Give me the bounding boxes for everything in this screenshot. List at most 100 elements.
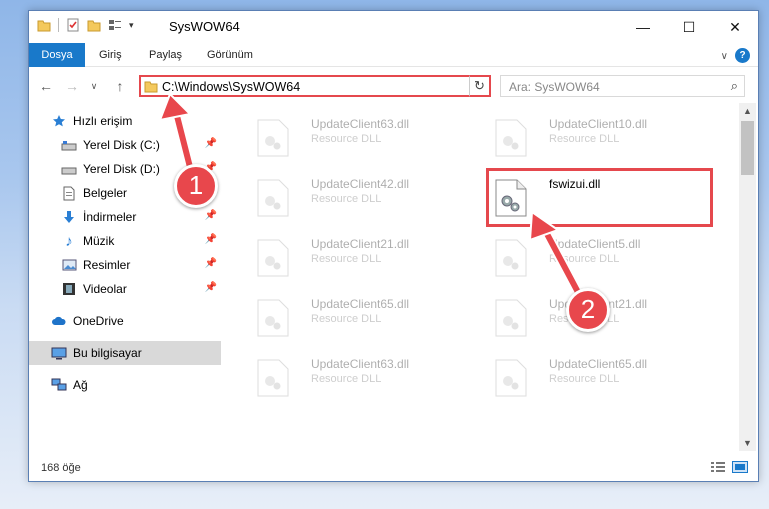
sidebar-item-label: OneDrive bbox=[73, 314, 124, 328]
maximize-button[interactable]: ☐ bbox=[666, 11, 712, 43]
sidebar-item-pictures[interactable]: Resimler 📌 bbox=[29, 253, 221, 277]
document-icon bbox=[61, 185, 77, 201]
sidebar-item-label: Belgeler bbox=[83, 186, 128, 200]
sidebar-item-label: İndirmeler bbox=[83, 210, 137, 224]
sidebar-item-music[interactable]: ♪ Müzik 📌 bbox=[29, 229, 221, 253]
file-name: UpdateClient63.dll bbox=[311, 117, 410, 131]
file-item[interactable]: UpdateClient65.dll Resource DLL bbox=[247, 293, 477, 349]
title-bar: ▾ SysWOW64 — ☐ ✕ bbox=[29, 11, 758, 43]
file-item[interactable]: UpdateClient65.dll Resource DLL bbox=[485, 353, 715, 409]
computer-icon bbox=[51, 345, 67, 361]
sidebar-item-network[interactable]: Ağ bbox=[29, 373, 221, 397]
close-button[interactable]: ✕ bbox=[712, 11, 758, 43]
ribbon-expand-icon[interactable]: ∨ bbox=[721, 51, 728, 62]
file-item[interactable]: UpdateClient63.dll Resource DLL bbox=[247, 113, 477, 169]
pin-icon[interactable]: 📌 bbox=[205, 282, 217, 293]
sidebar-item-label: Hızlı erişim bbox=[73, 114, 133, 128]
file-type: Resource DLL bbox=[549, 133, 620, 145]
file-name: UpdateClient21.dll bbox=[311, 237, 410, 251]
view-switcher bbox=[710, 461, 748, 473]
scroll-thumb[interactable] bbox=[741, 121, 754, 175]
dll-file-icon bbox=[495, 239, 527, 277]
sidebar-item-label: Resimler bbox=[83, 258, 131, 272]
pin-icon[interactable]: 📌 bbox=[205, 258, 217, 269]
pin-icon[interactable]: 📌 bbox=[205, 210, 217, 221]
tab-view[interactable]: Görünüm bbox=[197, 43, 263, 67]
large-icons-view-icon[interactable] bbox=[732, 461, 748, 473]
file-name: UpdateClient5.dll bbox=[549, 237, 641, 251]
sidebar-item-quick-access[interactable]: Hızlı erişim bbox=[29, 109, 221, 133]
video-icon bbox=[61, 281, 77, 297]
search-input[interactable]: Ara: SysWOW64 ⌕ bbox=[500, 75, 745, 97]
refresh-button[interactable]: ↻ bbox=[469, 75, 491, 97]
dll-file-icon bbox=[257, 299, 289, 337]
download-icon bbox=[61, 209, 77, 225]
details-view-icon[interactable] bbox=[710, 461, 726, 473]
sidebar-item-label: Yerel Disk (D:) bbox=[83, 162, 160, 176]
sidebar-item-downloads[interactable]: İndirmeler 📌 bbox=[29, 205, 221, 229]
file-name: UpdateClient42.dll bbox=[311, 177, 410, 191]
step-badge-2: 2 bbox=[566, 288, 610, 332]
drive-icon bbox=[61, 137, 77, 153]
scroll-down-icon[interactable]: ▼ bbox=[743, 438, 752, 448]
dll-file-icon bbox=[257, 119, 289, 157]
file-name: UpdateClient63.dll bbox=[311, 357, 410, 371]
new-folder-icon[interactable] bbox=[87, 18, 101, 32]
file-list: UpdateClient63.dll Resource DLL UpdateCl… bbox=[233, 103, 738, 449]
step-badge-1: 1 bbox=[174, 164, 218, 208]
dll-file-icon bbox=[495, 299, 527, 337]
up-button[interactable]: ↑ bbox=[111, 77, 129, 95]
pin-icon[interactable]: 📌 bbox=[205, 234, 217, 245]
highlight-box-file bbox=[486, 168, 713, 227]
address-bar[interactable]: C:\Windows\SysWOW64 ∨ bbox=[139, 75, 491, 97]
file-type: Resource DLL bbox=[311, 313, 382, 325]
back-button[interactable]: ← bbox=[37, 77, 55, 95]
sidebar-item-label: Bu bilgisayar bbox=[73, 346, 142, 360]
file-item[interactable]: UpdateClient42.dll Resource DLL bbox=[247, 173, 477, 229]
file-type: Resource DLL bbox=[549, 373, 620, 385]
sidebar-item-videos[interactable]: Videolar 📌 bbox=[29, 277, 221, 301]
file-item[interactable]: UpdateClient10.dll Resource DLL bbox=[485, 113, 715, 169]
pictures-icon bbox=[61, 257, 77, 273]
sidebar-item-this-pc[interactable]: Bu bilgisayar bbox=[29, 341, 221, 365]
tab-home[interactable]: Giriş bbox=[89, 43, 132, 67]
sidebar-item-label: Ağ bbox=[73, 378, 88, 392]
vertical-scrollbar[interactable]: ▲ ▼ bbox=[739, 103, 756, 451]
drive-icon bbox=[61, 161, 77, 177]
music-icon: ♪ bbox=[65, 232, 73, 250]
file-type: Resource DLL bbox=[311, 193, 382, 205]
recent-locations-icon[interactable]: ∨ bbox=[85, 77, 103, 95]
search-placeholder: Ara: SysWOW64 bbox=[509, 80, 600, 94]
dll-file-icon bbox=[257, 359, 289, 397]
file-type: Resource DLL bbox=[549, 253, 620, 265]
tab-file[interactable]: Dosya bbox=[29, 43, 85, 67]
item-count: 168 öğe bbox=[41, 462, 81, 474]
scroll-up-icon[interactable]: ▲ bbox=[743, 106, 752, 116]
address-row: ← → ∨ ↑ C:\Windows\SysWOW64 ∨ ↻ Ara: Sys… bbox=[29, 71, 758, 101]
pin-icon[interactable]: 📌 bbox=[205, 138, 217, 149]
file-type: Resource DLL bbox=[311, 373, 382, 385]
network-icon bbox=[51, 377, 67, 393]
explorer-window: ▾ SysWOW64 — ☐ ✕ Dosya Giriş Paylaş Görü… bbox=[28, 10, 759, 482]
cloud-icon bbox=[51, 313, 67, 329]
file-type: Resource DLL bbox=[311, 133, 382, 145]
search-icon: ⌕ bbox=[730, 78, 738, 93]
sidebar-item-label: Videolar bbox=[83, 282, 127, 296]
customize-dropdown-icon[interactable]: ▾ bbox=[129, 20, 134, 31]
sidebar-item-onedrive[interactable]: OneDrive bbox=[29, 309, 221, 333]
forward-button[interactable]: → bbox=[63, 77, 81, 95]
help-icon[interactable]: ? bbox=[735, 48, 750, 63]
dll-file-icon bbox=[495, 359, 527, 397]
view-options-icon[interactable] bbox=[108, 18, 122, 32]
quick-access-toolbar: ▾ bbox=[37, 18, 134, 32]
properties-icon[interactable] bbox=[66, 18, 80, 32]
minimize-button[interactable]: — bbox=[620, 11, 666, 43]
tab-share[interactable]: Paylaş bbox=[139, 43, 192, 67]
file-item[interactable]: UpdateClient63.dll Resource DLL bbox=[247, 353, 477, 409]
file-item[interactable]: UpdateClient5.dll Resource DLL bbox=[485, 233, 715, 289]
dll-file-icon bbox=[257, 239, 289, 277]
file-item[interactable]: UpdateClient21.dll Resource DLL bbox=[247, 233, 477, 289]
file-name: UpdateClient65.dll bbox=[549, 357, 648, 371]
folder-icon bbox=[144, 81, 158, 93]
sidebar-item-disk-c[interactable]: Yerel Disk (C:) 📌 bbox=[29, 133, 221, 157]
